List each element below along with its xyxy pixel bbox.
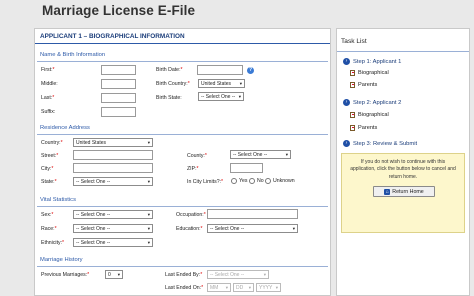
section-divider	[37, 266, 328, 267]
document-icon	[350, 70, 355, 76]
last-ended-by-select[interactable]: -- Select One -- ▾	[207, 270, 269, 279]
first-label: First:*	[41, 67, 55, 73]
arrow-right-icon: ›	[343, 140, 350, 147]
previous-marriages-label: Previous Marriages:*	[41, 272, 90, 278]
middle-label: Middle:	[41, 81, 58, 87]
previous-marriages-select[interactable]: 0 ▾	[105, 270, 123, 279]
arrow-right-icon: ›	[343, 58, 350, 65]
section-vital-statistics: Vital Statistics	[40, 197, 76, 203]
help-icon[interactable]: ?	[247, 67, 254, 74]
suffix-input[interactable]	[101, 107, 136, 117]
birth-state-select[interactable]: -- Select One -- ▾	[198, 92, 244, 101]
street-input[interactable]	[73, 150, 153, 160]
education-select[interactable]: -- Select One -- ▾	[207, 224, 298, 233]
occupation-input[interactable]	[207, 209, 298, 219]
document-icon	[350, 112, 355, 118]
task-biographical-1[interactable]: Biographical	[350, 70, 389, 76]
document-icon	[350, 125, 355, 131]
sex-label: Sex:*	[41, 212, 54, 218]
title-divider	[35, 43, 330, 44]
last-ended-on-year-select[interactable]: YYYY ▾	[256, 283, 281, 292]
section-divider	[37, 61, 328, 62]
county-label: County:*	[187, 153, 207, 159]
last-label: Last:*	[41, 95, 55, 101]
last-name-input[interactable]	[101, 93, 136, 103]
last-ended-on-day-select[interactable]: DD ▾	[233, 283, 254, 292]
task-list-divider	[337, 51, 469, 52]
birth-date-label: Birth Date:*	[156, 67, 183, 73]
task-list-title: Task List	[341, 38, 367, 45]
arrow-right-icon: ›	[343, 99, 350, 106]
race-select[interactable]: -- Select One -- ▾	[73, 224, 153, 233]
section-divider	[37, 134, 328, 135]
middle-name-input[interactable]	[101, 79, 136, 89]
ethnicity-select[interactable]: -- Select One -- ▾	[73, 238, 153, 247]
zip-label: ZIP:*	[187, 166, 199, 172]
first-name-input[interactable]	[101, 65, 136, 75]
step-1-applicant-1[interactable]: › Step 1: Applicant 1	[343, 58, 401, 65]
city-limits-unknown-radio[interactable]: Unknown	[265, 178, 295, 184]
zip-input[interactable]	[230, 163, 263, 173]
cancel-note-box: If you do not wish to continue with this…	[341, 153, 465, 233]
state-select[interactable]: -- Select One -- ▾	[73, 177, 153, 186]
birth-date-input[interactable]	[197, 65, 243, 75]
step-2-applicant-2[interactable]: › Step 2: Applicant 2	[343, 99, 401, 106]
section-name-birth: Name & Birth Information	[40, 52, 106, 58]
last-ended-on-month-select[interactable]: MM ▾	[207, 283, 231, 292]
task-biographical-2[interactable]: Biographical	[350, 112, 389, 118]
state-label: State:*	[41, 179, 57, 185]
birth-country-label: Birth Country:*	[156, 81, 190, 87]
step-3-review-submit[interactable]: › Step 3: Review & Submit	[343, 140, 417, 147]
city-input[interactable]	[73, 163, 153, 173]
task-list-panel: Task List › Step 1: Applicant 1 Biographi…	[336, 28, 470, 296]
education-label: Education:*	[176, 226, 203, 232]
sex-select[interactable]: -- Select One -- ▾	[73, 210, 153, 219]
suffix-label: Suffix:	[41, 109, 56, 115]
page-title: Marriage License E-File	[42, 3, 196, 18]
cancel-note-text: If you do not wish to continue with this…	[350, 159, 456, 180]
section-residence: Residence Address	[40, 125, 90, 131]
birth-country-select[interactable]: United States ▾	[198, 79, 245, 88]
city-limits-no-radio[interactable]: No	[249, 178, 264, 184]
ethnicity-label: Ethnicity:*	[41, 240, 65, 246]
section-divider	[37, 206, 328, 207]
occupation-label: Occupation:*	[176, 212, 206, 218]
birth-state-label: Birth State:	[156, 95, 182, 101]
country-label: Country:*	[41, 140, 63, 146]
race-label: Race:*	[41, 226, 57, 232]
city-label: City:*	[41, 166, 54, 172]
return-home-button[interactable]: ⌂ Return Home	[373, 186, 435, 197]
home-icon: ⌂	[384, 188, 391, 195]
last-ended-on-label: Last Ended On:*	[165, 285, 204, 291]
in-city-limits-label: In City Limits?:*	[187, 179, 224, 185]
section-marriage-history: Marriage History	[40, 257, 83, 263]
country-select[interactable]: United States ▾	[73, 138, 153, 147]
applicant-form-panel: APPLICANT 1 – BIOGRAPHICAL INFORMATION N…	[34, 28, 331, 296]
city-limits-yes-radio[interactable]: Yes	[231, 178, 247, 184]
county-select[interactable]: -- Select One -- ▾	[230, 150, 291, 159]
task-parents-1[interactable]: Parents	[350, 82, 377, 88]
task-parents-2[interactable]: Parents	[350, 125, 377, 131]
street-label: Street:*	[41, 153, 59, 159]
document-icon	[350, 82, 355, 88]
last-ended-by-label: Last Ended By:*	[165, 272, 203, 278]
form-title: APPLICANT 1 – BIOGRAPHICAL INFORMATION	[40, 33, 185, 40]
